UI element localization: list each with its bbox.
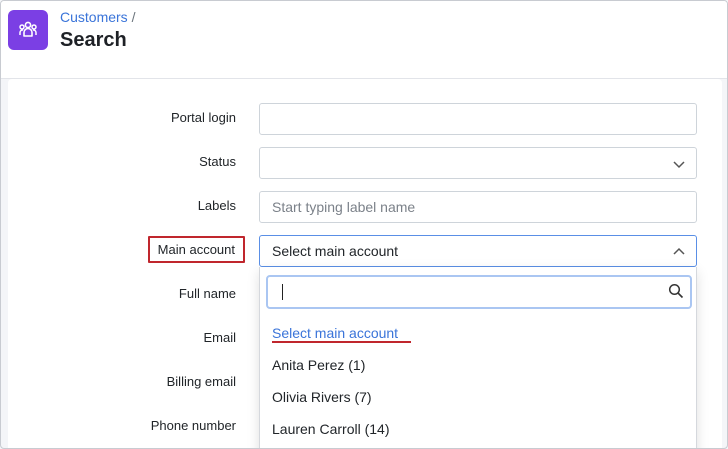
page-title: Search bbox=[60, 29, 127, 51]
dropdown-option[interactable]: Olivia Rivers (7) bbox=[272, 389, 372, 405]
billing-email-label: Billing email bbox=[166, 374, 236, 389]
highlight-underline bbox=[272, 341, 411, 343]
portal-login-input[interactable] bbox=[259, 103, 697, 135]
breadcrumb-separator: / bbox=[131, 9, 136, 25]
dropdown-search-input[interactable] bbox=[266, 275, 692, 309]
labels-placeholder: Start typing label name bbox=[272, 199, 416, 215]
portal-login-label: Portal login bbox=[170, 110, 236, 125]
main-account-value: Select main account bbox=[272, 243, 399, 259]
labels-label: Labels bbox=[197, 198, 236, 213]
users-group-icon bbox=[8, 10, 48, 50]
window: Customers / Search Portal login Status L… bbox=[0, 0, 728, 449]
dropdown-option[interactable]: Anita Perez (1) bbox=[272, 357, 365, 373]
chevron-down-icon bbox=[672, 157, 686, 174]
status-select[interactable] bbox=[259, 147, 697, 179]
breadcrumb: Customers / bbox=[60, 9, 135, 25]
dropdown-option[interactable]: Lauren Carroll (14) bbox=[272, 421, 390, 437]
search-form-card: Portal login Status Labels Start typing … bbox=[8, 79, 722, 448]
email-label: Email bbox=[203, 330, 236, 345]
full-name-label: Full name bbox=[178, 286, 236, 301]
page-header: Customers / Search bbox=[1, 1, 727, 79]
main-account-label: Main account bbox=[147, 236, 245, 263]
status-label: Status bbox=[199, 154, 236, 169]
main-account-dropdown: Select main account Anita Perez (1) Oliv… bbox=[259, 267, 697, 448]
dropdown-option-select-main-account[interactable]: Select main account bbox=[272, 325, 398, 341]
phone-number-label: Phone number bbox=[150, 418, 236, 433]
labels-input[interactable]: Start typing label name bbox=[259, 191, 697, 223]
search-icon bbox=[668, 283, 684, 304]
breadcrumb-customers-link[interactable]: Customers bbox=[60, 9, 128, 25]
text-caret bbox=[282, 284, 283, 300]
chevron-up-icon bbox=[672, 245, 686, 262]
main-account-select[interactable]: Select main account bbox=[259, 235, 697, 267]
